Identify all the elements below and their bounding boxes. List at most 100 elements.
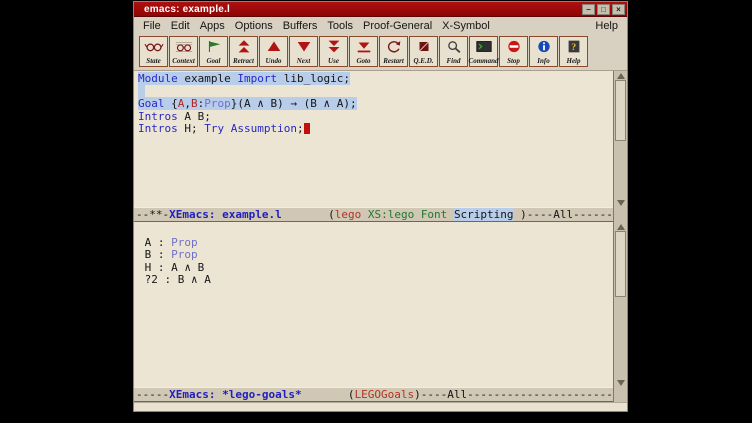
- text-segment: )----All----------------: [514, 208, 613, 221]
- proof-toolbar: State Context Goal Retract Undo: [134, 34, 627, 70]
- text-segment: Scripting: [454, 208, 514, 221]
- close-button[interactable]: ×: [612, 4, 625, 15]
- text-segment: [414, 208, 421, 221]
- scrollbar-corner: [613, 207, 627, 222]
- code-line: A : Prop: [138, 237, 613, 250]
- text-segment: example: [178, 72, 238, 85]
- toolbar-button-stop[interactable]: Stop: [499, 36, 528, 67]
- svg-text:?: ?: [571, 42, 576, 53]
- toolbar-button-command[interactable]: Command: [469, 36, 498, 67]
- undo-icon: [265, 38, 283, 54]
- text-segment: Goal: [138, 97, 165, 110]
- toolbar-label: Q.E.D.: [413, 57, 433, 65]
- text-segment: (: [302, 388, 355, 401]
- menu-tools[interactable]: Tools: [322, 19, 358, 33]
- use-icon: [325, 38, 343, 54]
- toolbar-label: Goal: [207, 57, 221, 65]
- scrollbar-thumb[interactable]: [615, 231, 626, 297]
- text-segment: H;: [178, 122, 205, 135]
- goals-scrollbar[interactable]: [613, 222, 627, 387]
- menu-buffers[interactable]: Buffers: [278, 19, 323, 33]
- code-line: B : Prop: [138, 249, 613, 262]
- text-segment: H : A ∧ B: [138, 261, 204, 274]
- menu-proof-general[interactable]: Proof-General: [358, 19, 437, 33]
- toolbar-button-info[interactable]: Info: [529, 36, 558, 67]
- scroll-down-icon[interactable]: [614, 378, 627, 387]
- maximize-button[interactable]: □: [597, 4, 610, 15]
- toolbar-label: Goto: [357, 57, 371, 65]
- code-line: Module example Import lib_logic;: [138, 73, 613, 86]
- goals-buffer[interactable]: A : Prop B : Prop H : A ∧ B ?2 : B ∧ A: [134, 222, 613, 387]
- text-segment: Prop: [171, 248, 198, 261]
- text-segment: {: [165, 97, 178, 110]
- minibuffer[interactable]: [134, 402, 627, 411]
- code-line: Intros H; Try Assumption;: [138, 123, 613, 136]
- menubar: File Edit Apps Options Buffers Tools Pro…: [134, 17, 627, 34]
- text-segment: -----: [136, 388, 169, 401]
- toolbar-label: Find: [446, 57, 460, 65]
- toolbar-button-goto[interactable]: Goto: [349, 36, 378, 67]
- toolbar-button-context[interactable]: Context: [169, 36, 198, 67]
- text-segment: B: [191, 97, 198, 110]
- titlebar[interactable]: emacs: example.l – □ ×: [134, 2, 627, 17]
- text-segment: ?2 : B ∧ A: [138, 273, 211, 286]
- script-buffer[interactable]: Module example Import lib_logic; Goal {A…: [134, 71, 613, 207]
- toolbar-button-help[interactable]: ? Help: [559, 36, 588, 67]
- command-icon: [475, 38, 493, 54]
- toolbar-label: Info: [537, 57, 549, 65]
- scroll-up-icon[interactable]: [614, 71, 627, 80]
- toolbar-label: Command: [469, 57, 499, 65]
- menu-x-symbol[interactable]: X-Symbol: [437, 19, 495, 33]
- toolbar-button-qed[interactable]: Q.E.D.: [409, 36, 438, 67]
- toolbar-button-restart[interactable]: Restart: [379, 36, 408, 67]
- toolbar-button-undo[interactable]: Undo: [259, 36, 288, 67]
- toolbar-button-goal[interactable]: Goal: [199, 36, 228, 67]
- toolbar-button-next[interactable]: Next: [289, 36, 318, 67]
- scrollbar-corner: [613, 387, 627, 402]
- menu-help[interactable]: Help: [590, 19, 623, 33]
- context-icon: [174, 38, 194, 54]
- scrollbar-track[interactable]: [615, 231, 626, 378]
- toolbar-button-find[interactable]: Find: [439, 36, 468, 67]
- toolbar-label: Help: [567, 57, 581, 65]
- info-icon: [535, 38, 553, 54]
- text-segment: [224, 122, 231, 135]
- text-segment: LEGOGoals: [355, 388, 415, 401]
- code-line: [138, 224, 613, 237]
- text-segment: )----All------------------------------: [414, 388, 613, 401]
- text-segment: XS:lego: [368, 208, 414, 221]
- frame-content: Module example Import lib_logic; Goal {A…: [134, 70, 627, 411]
- text-segment: A B;: [178, 110, 211, 123]
- text-segment: Import: [237, 72, 277, 85]
- scroll-up-icon[interactable]: [614, 222, 627, 231]
- toolbar-label: Stop: [507, 57, 520, 65]
- toolbar-button-use[interactable]: Use: [319, 36, 348, 67]
- text-segment: B :: [138, 248, 171, 261]
- text-segment: (: [282, 208, 335, 221]
- find-icon: [445, 38, 463, 54]
- toolbar-label: Context: [172, 57, 195, 65]
- text-segment: }(A ∧ B) → (B ∧ A);: [231, 97, 357, 110]
- minimize-button[interactable]: –: [582, 4, 595, 15]
- toolbar-label: Next: [297, 57, 311, 65]
- scroll-down-icon[interactable]: [614, 198, 627, 207]
- scrollbar-thumb[interactable]: [615, 80, 626, 141]
- text-segment: Module: [138, 72, 178, 85]
- menu-file[interactable]: File: [138, 19, 166, 33]
- toolbar-button-state[interactable]: State: [139, 36, 168, 67]
- text-segment: [361, 208, 368, 221]
- text-segment: Intros: [138, 110, 178, 123]
- text-segment: lego: [335, 208, 362, 221]
- text-segment: XEmacs: example.l: [169, 208, 282, 221]
- text-cursor: [304, 123, 310, 134]
- menu-edit[interactable]: Edit: [166, 19, 195, 33]
- menu-options[interactable]: Options: [230, 19, 278, 33]
- scrollbar-track[interactable]: [615, 80, 626, 198]
- script-scrollbar[interactable]: [613, 71, 627, 207]
- help-icon: ?: [565, 38, 583, 54]
- goals-modeline: -----XEmacs: *lego-goals* (LEGOGoals)---…: [134, 387, 613, 402]
- menu-apps[interactable]: Apps: [195, 19, 230, 33]
- xemacs-window: emacs: example.l – □ × File Edit Apps Op…: [133, 1, 628, 412]
- text-segment: A :: [138, 236, 171, 249]
- toolbar-button-retract[interactable]: Retract: [229, 36, 258, 67]
